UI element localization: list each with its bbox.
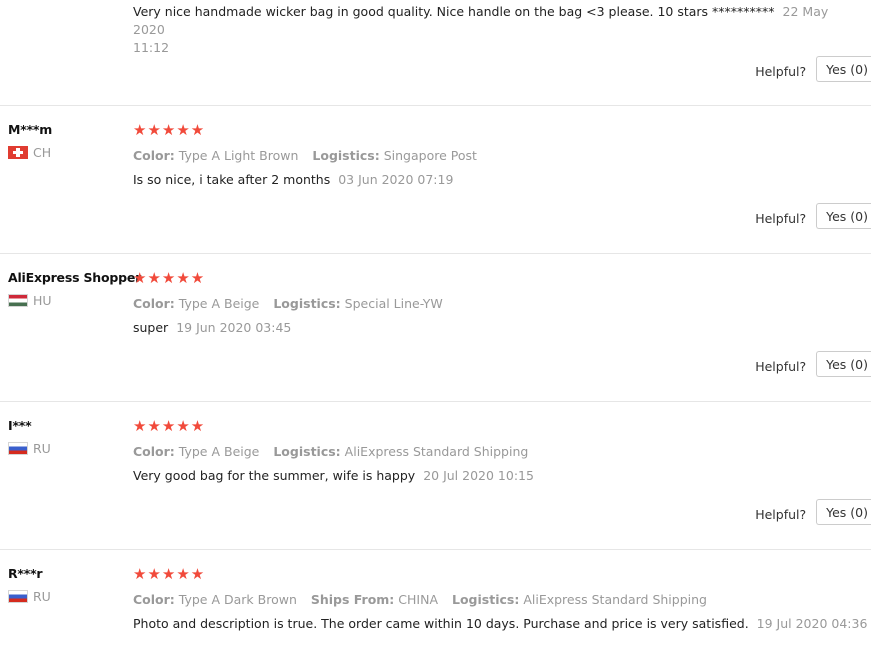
reviewer-info: I*** RU [8,418,133,456]
review-attributes: Color: Type A Light Brown Logistics: Sin… [133,148,871,163]
review-text: Very good bag for the summer, wife is ha… [133,468,416,483]
russia-flag-icon [8,442,28,455]
attr-value: AliExpress Standard Shipping [344,444,529,459]
review-text-line: Very nice handmade wicker bag in good qu… [133,3,853,57]
helpful-yes-button[interactable]: Yes (0) [816,499,871,525]
attr-value: Special Line-YW [344,296,443,311]
review-feed: Very nice handmade wicker bag in good qu… [0,0,871,670]
reviewer-name: M***m [8,122,53,137]
hungary-flag-icon [8,294,28,307]
review-text-line: Is so nice, i take after 2 months 03 Jun… [133,171,871,189]
attr-value: Type A Beige [178,444,260,459]
review-attributes: Color: Type A Beige Logistics: AliExpres… [133,444,871,459]
attr-value: CHINA [398,592,439,607]
russia-flag-icon [8,590,28,603]
attr-value: Singapore Post [383,148,477,163]
review-content: ★★★★★ Color: Type A Beige Logistics: Ali… [133,417,871,485]
review-date: 19 Jun 2020 03:45 [176,320,292,335]
review-content: Very nice handmade wicker bag in good qu… [133,0,871,57]
reviewer-info: AliExpress Shopper HU [8,270,142,308]
helpful-label: Helpful? [755,358,807,374]
reviewer-name: I*** [8,418,32,433]
review-item: M***m CH ★★★★★ Color: Type A Light Brown… [0,106,871,254]
review-text: Photo and description is true. The order… [133,616,749,631]
helpful-section: Helpful? Yes (0) [755,351,871,377]
review-item: R***r RU ★★★★★ Color: Type A Dark Brown … [0,550,871,670]
star-rating: ★★★★★ [133,565,206,583]
attr-value: Type A Dark Brown [178,592,297,607]
reviewer-country: RU [8,589,133,604]
star-rating: ★★★★★ [133,121,206,139]
country-code: CH [33,145,52,160]
country-code: RU [33,441,51,456]
attr-label: Logistics: [273,444,341,459]
helpful-label: Helpful? [755,210,807,226]
review-text-line: super 19 Jun 2020 03:45 [133,319,871,337]
helpful-section: Helpful? Yes (0) [755,56,871,82]
helpful-yes-button[interactable]: Yes (0) [816,203,871,229]
review-attributes: Color: Type A Beige Logistics: Special L… [133,296,871,311]
review-date: 19 Jul 2020 04:36 [756,616,868,631]
reviewer-country: RU [8,441,133,456]
review-text-line: Photo and description is true. The order… [133,615,871,633]
attr-value: Type A Light Brown [178,148,299,163]
attr-label: Ships From: [310,592,395,607]
attr-label: Color: [133,592,175,607]
attr-value: Type A Beige [178,296,260,311]
helpful-yes-button[interactable]: Yes (0) [816,351,871,377]
reviewer-country: CH [8,145,133,160]
attr-value: AliExpress Standard Shipping [523,592,707,607]
review-item: AliExpress Shopper HU ★★★★★ Color: Type … [0,254,871,402]
reviewer-info: M***m CH [8,122,133,160]
helpful-section: Helpful? Yes (0) [755,499,871,525]
review-text: Very nice handmade wicker bag in good qu… [133,4,775,19]
review-date: 03 Jun 2020 07:19 [338,172,454,187]
review-item: I*** RU ★★★★★ Color: Type A Beige Logist… [0,402,871,550]
attr-label: Logistics: [312,148,380,163]
reviewer-info: R***r RU [8,566,133,604]
attr-label: Color: [133,444,175,459]
review-date: 20 Jul 2020 10:15 [423,468,534,483]
review-item: Very nice handmade wicker bag in good qu… [0,0,871,106]
review-content: ★★★★★ Color: Type A Light Brown Logistic… [133,121,871,189]
review-text-line: Very good bag for the summer, wife is ha… [133,467,871,485]
helpful-yes-button[interactable]: Yes (0) [816,56,871,82]
helpful-label: Helpful? [755,506,807,522]
star-rating: ★★★★★ [133,269,206,287]
attr-label: Logistics: [452,592,520,607]
attr-label: Color: [133,296,175,311]
review-content: ★★★★★ Color: Type A Dark Brown Ships Fro… [133,565,871,633]
country-code: HU [33,293,52,308]
country-code: RU [33,589,51,604]
reviewer-name: R***r [8,566,43,581]
attr-label: Logistics: [273,296,341,311]
review-text: Is so nice, i take after 2 months [133,172,331,187]
reviewer-country: HU [8,293,133,308]
review-text: super [133,320,169,335]
switzerland-flag-icon [8,146,28,159]
attr-label: Color: [133,148,175,163]
helpful-section: Helpful? Yes (0) [755,203,871,229]
reviewer-name: AliExpress Shopper [8,270,142,285]
review-content: ★★★★★ Color: Type A Beige Logistics: Spe… [133,269,871,337]
review-attributes: Color: Type A Dark Brown Ships From: CHI… [133,592,871,607]
helpful-label: Helpful? [755,63,807,79]
star-rating: ★★★★★ [133,417,206,435]
review-time: 11:12 [133,40,170,55]
